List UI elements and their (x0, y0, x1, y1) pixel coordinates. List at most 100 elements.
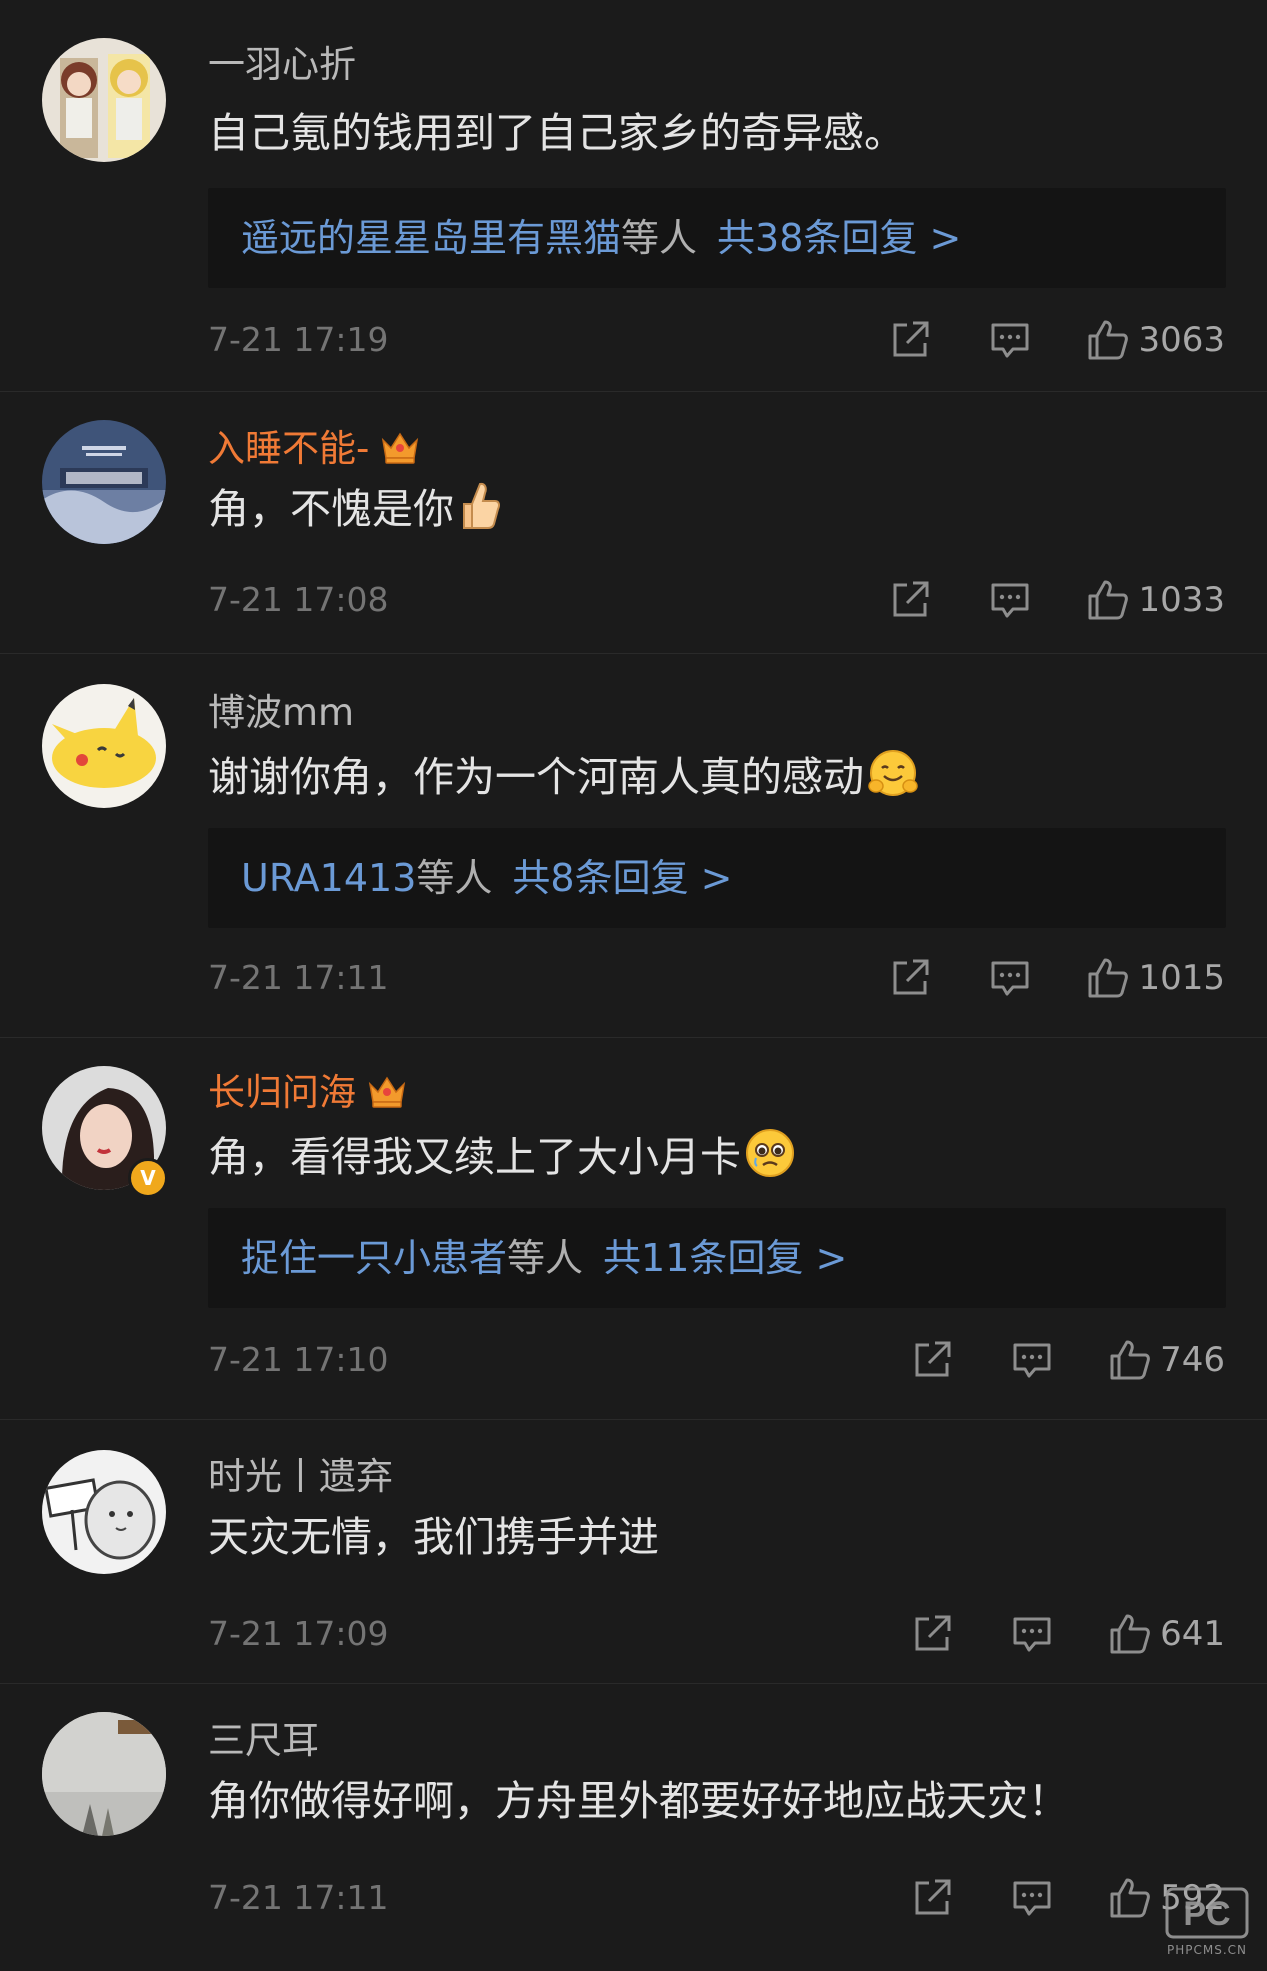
comment-actions: 1015 (889, 948, 1225, 1008)
comment-meta: 7-21 17:10 746 (208, 1330, 1225, 1390)
avatar[interactable] (42, 38, 166, 162)
timestamp: 7-21 17:09 (208, 1614, 389, 1653)
reply-button[interactable] (989, 579, 1031, 621)
username-text[interactable]: 长归问海 (208, 1071, 356, 1114)
comment-meta: 7-21 17:19 3063 (208, 310, 1225, 370)
reply-button[interactable] (1011, 1877, 1053, 1919)
comment-text: 自己氪的钱用到了自己家乡的奇异感。 (208, 106, 905, 160)
thumbs-up-icon (1110, 1614, 1150, 1654)
reply-users[interactable]: 捉住一只小患者 (241, 1236, 507, 1280)
reply-users[interactable]: URA1413 (241, 856, 416, 900)
crown-icon (382, 432, 419, 464)
username[interactable]: 长归问海 (208, 1070, 408, 1116)
thumbs-up-emoji-icon (463, 482, 500, 529)
watermark-logo-text: PC (1183, 1895, 1230, 1933)
comment-icon (991, 961, 1029, 996)
share-button[interactable] (911, 1613, 953, 1655)
avatar[interactable] (42, 1712, 166, 1836)
reply-button[interactable] (1011, 1613, 1053, 1655)
like-button[interactable]: 641 (1108, 1612, 1225, 1656)
avatar[interactable] (42, 1450, 166, 1574)
reply-users[interactable]: 遥远的星星岛里有黑猫 (241, 216, 621, 260)
reply-count-link[interactable]: 共38条回复 > (717, 216, 961, 260)
timestamp: 7-21 17:19 (208, 320, 389, 359)
share-button[interactable] (889, 319, 931, 361)
comment-text-content: 谢谢你角，作为一个河南人真的感动 (208, 753, 864, 801)
comment-text: 天灾无情，我们携手并进 (208, 1510, 659, 1564)
like-count: 1015 (1138, 958, 1225, 998)
comment-text: 谢谢你角，作为一个河南人真的感动 (208, 746, 920, 804)
replies-summary[interactable]: URA1413等人 共8条回复 > (208, 828, 1226, 928)
comment-text: 角你做得好啊，方舟里外都要好好地应战天灾！ (208, 1774, 1069, 1828)
username[interactable]: 时光丨遗弃 (208, 1454, 393, 1500)
share-icon (893, 321, 929, 357)
comment-item: 入睡不能- 角，不愧是你 7-21 17:08 1033 (0, 392, 1267, 654)
like-button[interactable]: 3063 (1086, 318, 1225, 362)
comment-item: 时光丨遗弃 天灾无情，我们携手并进 7-21 17:09 641 (0, 1420, 1267, 1684)
like-button[interactable]: 1033 (1086, 578, 1225, 622)
share-button[interactable] (911, 1339, 953, 1381)
like-count: 1033 (1138, 580, 1225, 620)
reply-count-link[interactable]: 共8条回复 > (512, 856, 732, 900)
comment-item: 三尺耳 角你做得好啊，方舟里外都要好好地应战天灾！ 7-21 17:11 592 (0, 1684, 1267, 1971)
like-count: 3063 (1138, 320, 1225, 360)
comment-item: V 长归问海 角，看得我又续上了大小月卡 捉住一只小患者等人 共11条回复 > 7… (0, 1038, 1267, 1420)
username[interactable]: 一羽心折 (208, 42, 356, 88)
timestamp: 7-21 17:11 (208, 1878, 389, 1917)
watermark-text: PHPCMS.CN (1166, 1943, 1247, 1957)
thumbs-up-icon (1110, 1340, 1150, 1380)
comment-item: 一羽心折 自己氪的钱用到了自己家乡的奇异感。 遥远的星星岛里有黑猫等人 共38条回… (0, 0, 1267, 392)
timestamp: 7-21 17:10 (208, 1340, 389, 1379)
comment-text: 角，不愧是你 (208, 480, 502, 536)
reply-etc: 等人 (621, 216, 698, 260)
avatar[interactable] (42, 420, 166, 544)
thumbs-up-icon (1088, 958, 1129, 998)
username[interactable]: 入睡不能- (208, 426, 421, 472)
like-button[interactable]: 1015 (1086, 956, 1225, 1000)
verified-badge-icon: V (128, 1158, 168, 1198)
reply-button[interactable] (989, 957, 1031, 999)
comment-text-content: 角，不愧是你 (208, 485, 454, 533)
comment-text-content: 角，看得我又续上了大小月卡 (208, 1133, 741, 1181)
comment-meta: 7-21 17:08 1033 (208, 570, 1225, 630)
comment-actions: 3063 (889, 310, 1225, 370)
comment-icon (1013, 1343, 1051, 1378)
comment-icon (991, 583, 1029, 618)
reply-button[interactable] (989, 319, 1031, 361)
comment-text: 角，看得我又续上了大小月卡 (208, 1126, 797, 1184)
thumbs-up-icon (1088, 580, 1129, 620)
reply-count-link[interactable]: 共11条回复 > (603, 1236, 847, 1280)
share-button[interactable] (889, 579, 931, 621)
share-button[interactable] (911, 1877, 953, 1919)
reply-button[interactable] (1011, 1339, 1053, 1381)
watermark-logo: PC (1165, 1887, 1249, 1939)
comment-meta: 7-21 17:11 592 (208, 1868, 1225, 1928)
like-count: 746 (1160, 1340, 1225, 1380)
thumbs-up-icon (1110, 1878, 1150, 1918)
replies-summary[interactable]: 捉住一只小患者等人 共11条回复 > (208, 1208, 1226, 1308)
comment-icon (1013, 1881, 1051, 1916)
replies-summary[interactable]: 遥远的星星岛里有黑猫等人 共38条回复 > (208, 188, 1226, 288)
username[interactable]: 三尺耳 (208, 1718, 319, 1764)
username-text[interactable]: 入睡不能- (208, 427, 369, 470)
comment-actions: 1033 (889, 570, 1225, 630)
share-button[interactable] (889, 957, 931, 999)
comment-actions: 641 (911, 1604, 1225, 1664)
timestamp: 7-21 17:08 (208, 580, 389, 619)
comment-icon (1013, 1617, 1051, 1652)
comment-list: 一羽心折 自己氪的钱用到了自己家乡的奇异感。 遥远的星星岛里有黑猫等人 共38条回… (0, 0, 1267, 1971)
share-icon (893, 581, 929, 617)
thumbs-up-icon (1088, 320, 1129, 360)
username[interactable]: 博波mm (208, 690, 354, 736)
comment-meta: 7-21 17:11 1015 (208, 948, 1225, 1008)
share-icon (915, 1879, 951, 1915)
like-count: 641 (1160, 1614, 1225, 1654)
like-button[interactable]: 746 (1108, 1338, 1225, 1382)
comment-text-content: 天灾无情，我们携手并进 (208, 1513, 659, 1561)
hugging-face-emoji-icon (868, 750, 918, 796)
comment-actions: 746 (911, 1330, 1225, 1390)
avatar[interactable] (42, 684, 166, 808)
comment-meta: 7-21 17:09 641 (208, 1604, 1225, 1664)
reply-etc: 等人 (507, 1236, 584, 1280)
crown-icon (368, 1076, 406, 1108)
